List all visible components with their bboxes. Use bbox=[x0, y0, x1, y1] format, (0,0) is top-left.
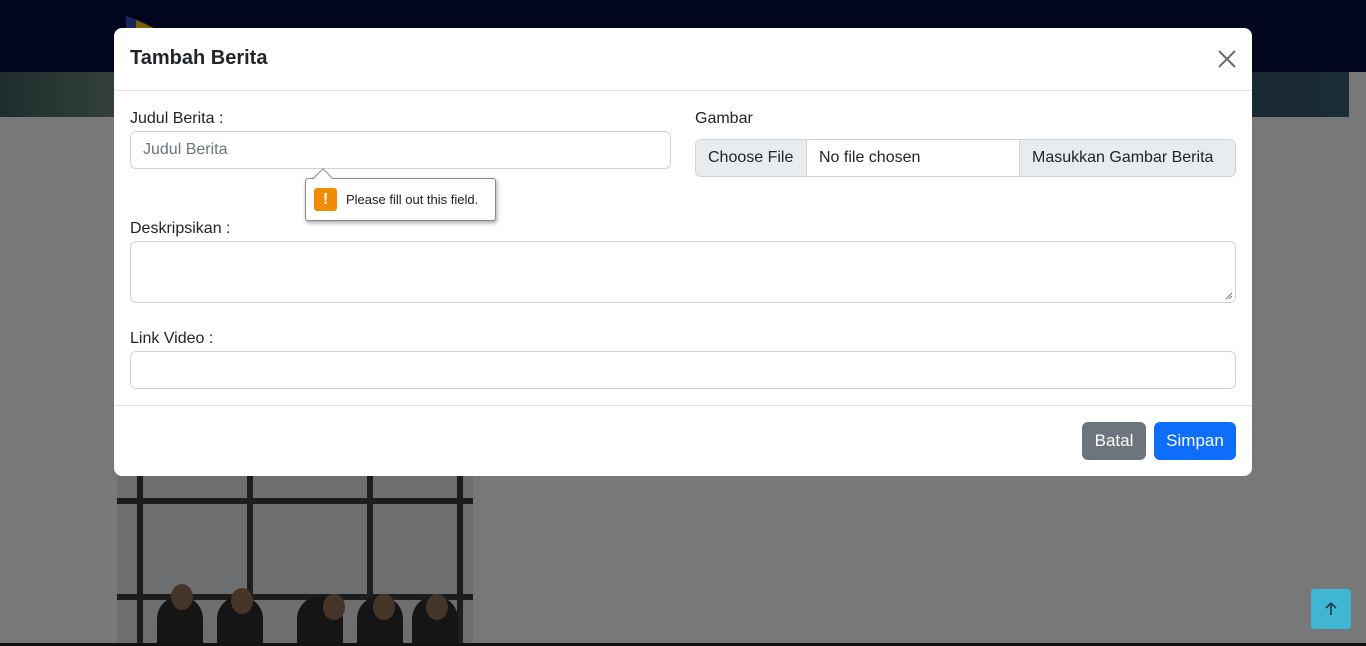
file-input-addon: Masukkan Gambar Berita bbox=[1019, 140, 1235, 176]
description-textarea[interactable] bbox=[130, 241, 1236, 303]
title-input[interactable]: Judul Berita bbox=[130, 131, 671, 169]
file-status: No file chosen bbox=[807, 140, 1019, 176]
description-label: Deskripsikan : bbox=[130, 220, 231, 237]
scroll-top-button[interactable] bbox=[1311, 589, 1351, 629]
add-news-modal: Tambah Berita Judul Berita : Judul Berit… bbox=[114, 28, 1252, 476]
title-label: Judul Berita : bbox=[130, 110, 224, 127]
title-placeholder: Judul Berita bbox=[143, 141, 228, 158]
modal-header: Tambah Berita bbox=[114, 28, 1252, 91]
choose-file-button[interactable]: Choose File bbox=[696, 140, 807, 176]
image-file-input[interactable]: Choose File No file chosen Masukkan Gamb… bbox=[695, 139, 1236, 177]
cancel-button[interactable]: Batal bbox=[1082, 422, 1146, 460]
video-link-input[interactable] bbox=[130, 351, 1236, 389]
validation-message: Please fill out this field. bbox=[346, 192, 479, 207]
image-label: Gambar bbox=[695, 110, 753, 127]
warning-icon: ! bbox=[314, 188, 337, 211]
arrow-up-icon bbox=[1325, 601, 1337, 615]
close-button[interactable] bbox=[1216, 48, 1238, 70]
tooltip-arrow bbox=[313, 168, 333, 188]
video-link-label: Link Video : bbox=[130, 330, 214, 347]
close-icon bbox=[1218, 50, 1236, 68]
validation-tooltip: ! Please fill out this field. bbox=[305, 168, 496, 221]
save-button[interactable]: Simpan bbox=[1154, 422, 1236, 460]
modal-title: Tambah Berita bbox=[130, 47, 268, 69]
resize-grip-icon[interactable] bbox=[1225, 292, 1233, 300]
modal-footer: Batal Simpan bbox=[114, 405, 1252, 476]
